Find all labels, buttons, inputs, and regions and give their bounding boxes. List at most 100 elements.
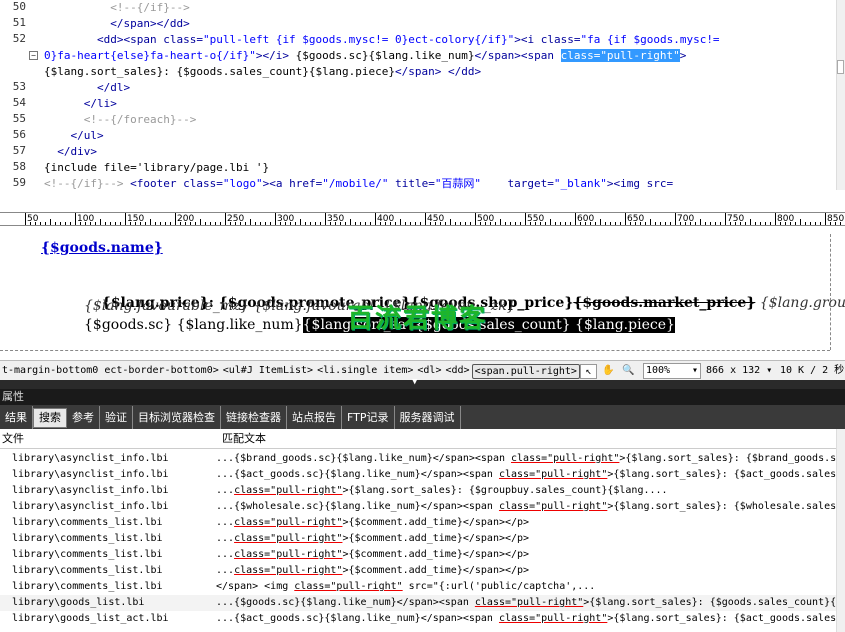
ruler-tick bbox=[820, 222, 821, 225]
ruler-tick bbox=[810, 222, 811, 225]
ruler-tick bbox=[725, 213, 726, 225]
tab-0[interactable]: 结果 bbox=[0, 406, 33, 430]
tab-3[interactable]: 验证 bbox=[100, 406, 133, 430]
ruler-tick bbox=[225, 213, 226, 225]
breadcrumb-tag[interactable]: <span.pull-right> bbox=[471, 364, 580, 379]
ruler-tick bbox=[335, 222, 336, 225]
ruler-tick bbox=[430, 222, 431, 225]
ruler-tick bbox=[45, 222, 46, 225]
tab-8[interactable]: 服务器调试 bbox=[395, 406, 461, 430]
tab-1[interactable]: 搜索 bbox=[33, 408, 67, 428]
zoom-tool-icon[interactable]: 🔍 bbox=[620, 364, 637, 379]
ruler-tick bbox=[220, 222, 221, 225]
column-file[interactable]: 文件 bbox=[2, 429, 24, 449]
tag-selector-status-bar: t-margin-bottom0 ect-border-bottom0> <ul#… bbox=[0, 360, 845, 380]
ruler-tick bbox=[255, 222, 256, 225]
fold-toggle-icon[interactable]: − bbox=[29, 51, 38, 60]
ruler-tick bbox=[380, 222, 381, 225]
code-line[interactable]: 0}fa-heart{else}fa-heart-o{/if}"></i> {$… bbox=[44, 48, 686, 64]
ruler-tick bbox=[625, 213, 626, 225]
window-size[interactable]: 866 x 132 ▾ bbox=[706, 361, 772, 380]
ruler-tick bbox=[205, 222, 206, 225]
ruler-tick bbox=[585, 222, 586, 225]
properties-panel-header[interactable]: 属性 bbox=[0, 389, 845, 405]
result-row[interactable]: library\comments_list.lbi ...class="pull-… bbox=[0, 531, 845, 547]
code-line[interactable]: </ul> bbox=[44, 128, 103, 144]
code-line[interactable]: <!--{/if}--> <footer class="logo"><a hre… bbox=[44, 176, 673, 190]
result-row[interactable]: library\asynclist_info.lbi ...{$act_goods… bbox=[0, 467, 845, 483]
ruler-tick bbox=[730, 222, 731, 225]
ruler-tick bbox=[300, 219, 301, 225]
tag-breadcrumb[interactable]: t-margin-bottom0 ect-border-bottom0> <ul#… bbox=[0, 364, 580, 379]
ruler-tick bbox=[570, 222, 571, 225]
results-header: 文件 匹配文本 bbox=[0, 429, 845, 449]
ruler-tick bbox=[250, 219, 251, 225]
breadcrumb-tag[interactable]: t-margin-bottom0 ect-border-bottom0> bbox=[0, 361, 221, 380]
result-row[interactable]: library\comments_list.lbi ...class="pull-… bbox=[0, 563, 845, 579]
ruler-tick bbox=[515, 222, 516, 225]
breadcrumb-tag[interactable]: <dl> bbox=[415, 361, 443, 380]
ruler-tick bbox=[450, 219, 451, 225]
goods-name-link[interactable]: {$goods.name} bbox=[41, 240, 163, 256]
result-file: library\comments_list.lbi bbox=[12, 517, 163, 528]
code-line[interactable]: <dd><span class="pull-left {if $goods.my… bbox=[44, 32, 720, 48]
tab-5[interactable]: 链接检查器 bbox=[221, 406, 287, 430]
splitter[interactable] bbox=[0, 190, 845, 212]
column-match[interactable]: 匹配文本 bbox=[222, 429, 266, 449]
tab-2[interactable]: 参考 bbox=[67, 406, 100, 430]
zoom-select[interactable]: 100% ▾ bbox=[643, 363, 701, 379]
line-number: 59 bbox=[12, 176, 26, 189]
ruler-tick bbox=[595, 222, 596, 225]
result-row[interactable]: library\asynclist_info.lbi ...class="pull… bbox=[0, 483, 845, 499]
code-editor[interactable]: 50 51 52− 53 54 55 56 57 58 59 <!--{/if}--> </spa… bbox=[0, 0, 845, 190]
ruler-tick bbox=[575, 213, 576, 225]
code-line[interactable]: </li> bbox=[44, 96, 117, 112]
result-row[interactable]: library\comments_list.lbi </span> <img c… bbox=[0, 579, 845, 595]
code-line[interactable]: <!--{/if}--> bbox=[44, 0, 189, 16]
scrollbar-thumb[interactable] bbox=[837, 60, 844, 74]
ruler-tick bbox=[395, 222, 396, 225]
ruler-tick bbox=[425, 213, 426, 225]
tab-7[interactable]: FTP记录 bbox=[342, 406, 395, 430]
ruler-tick bbox=[375, 213, 376, 225]
result-row[interactable]: library\asynclist_info.lbi ...{$brand_goo… bbox=[0, 451, 845, 467]
ruler-tick bbox=[350, 219, 351, 225]
result-row[interactable]: library\comments_list.lbi ...class="pull-… bbox=[0, 547, 845, 563]
ruler-tick bbox=[460, 222, 461, 225]
design-border-right bbox=[830, 234, 831, 350]
code-line[interactable]: <!--{/foreach}--> bbox=[44, 112, 197, 128]
result-file: library\goods_list_act.lbi bbox=[12, 613, 169, 624]
result-row[interactable]: library\asynclist_info.lbi ...{$wholesale… bbox=[0, 499, 845, 515]
pointer-tool-icon[interactable]: ↖ bbox=[580, 364, 597, 379]
ruler-tick bbox=[545, 222, 546, 225]
breadcrumb-tag[interactable]: <li.single item> bbox=[315, 361, 415, 380]
ruler-tick bbox=[700, 219, 701, 225]
ruler-tick bbox=[345, 222, 346, 225]
breadcrumb-tag[interactable]: <dd> bbox=[443, 361, 471, 380]
ruler-tick bbox=[145, 222, 146, 225]
ruler-tick bbox=[620, 222, 621, 225]
result-row[interactable]: library\goods_list_act.lbi ...{$act_goods… bbox=[0, 611, 845, 627]
code-line[interactable]: {$lang.sort_sales}: {$goods.sales_count}… bbox=[44, 64, 481, 80]
result-row[interactable]: library\comments_list.lbi ...class="pull-… bbox=[0, 515, 845, 531]
panel-collapse-bar[interactable]: ▼ bbox=[0, 377, 845, 389]
results-vertical-scrollbar[interactable] bbox=[836, 429, 845, 632]
tab-4[interactable]: 目标浏览器检查 bbox=[133, 406, 221, 430]
breadcrumb-tag[interactable]: <ul#J ItemList> bbox=[221, 361, 315, 380]
ruler-tick bbox=[400, 219, 401, 225]
ruler-tick bbox=[190, 222, 191, 225]
code-line[interactable]: </div> bbox=[44, 144, 97, 160]
code-line[interactable]: {include file='library/page.lbi '} bbox=[44, 160, 269, 176]
ruler-tick bbox=[795, 222, 796, 225]
ruler-tick bbox=[175, 213, 176, 225]
design-view[interactable]: {$goods.name} {$lang.price}: {$goods.pro… bbox=[0, 226, 845, 360]
code-line[interactable]: </span></dd> bbox=[44, 16, 189, 32]
tab-6[interactable]: 站点报告 bbox=[287, 406, 342, 430]
hand-tool-icon[interactable]: ✋ bbox=[600, 364, 617, 379]
result-row[interactable]: library\goods_list.lbi ...{$goods.sc}{$la… bbox=[0, 595, 845, 611]
result-match: ...{$act_goods.sc}{$lang.like_num}</span… bbox=[216, 613, 843, 624]
ruler-tick bbox=[70, 222, 71, 225]
code-line[interactable]: </dl> bbox=[44, 80, 130, 96]
ruler-tick bbox=[750, 219, 751, 225]
code-vertical-scrollbar[interactable] bbox=[836, 0, 845, 190]
